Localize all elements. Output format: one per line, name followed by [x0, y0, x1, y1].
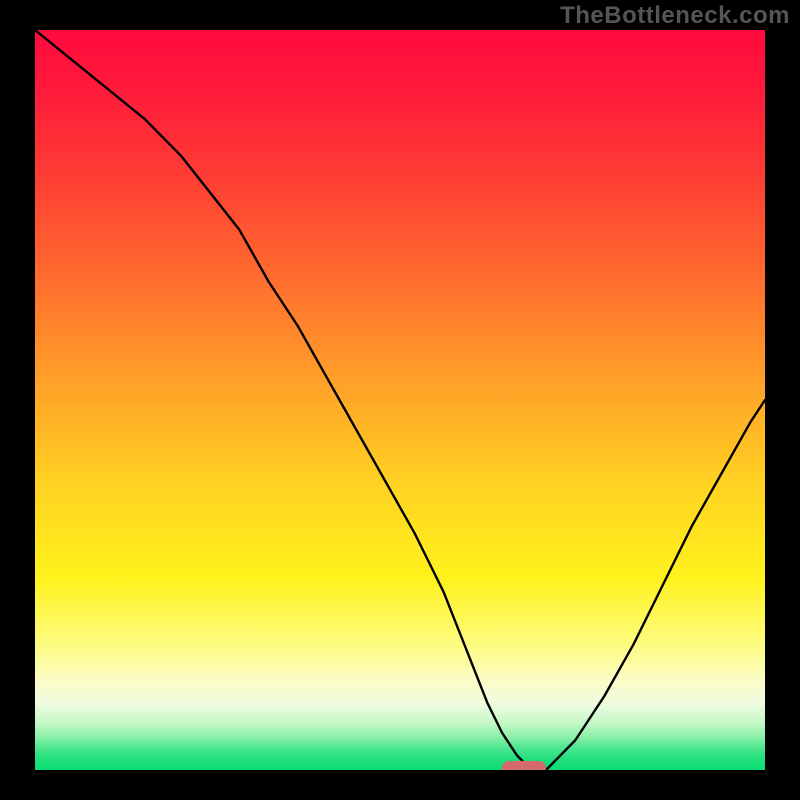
chart-frame: TheBottleneck.com	[0, 0, 800, 800]
minimum-marker	[502, 761, 546, 770]
curve-path	[35, 30, 765, 770]
bottleneck-curve	[35, 30, 765, 770]
plot-area	[35, 30, 765, 770]
watermark-text: TheBottleneck.com	[560, 2, 790, 30]
